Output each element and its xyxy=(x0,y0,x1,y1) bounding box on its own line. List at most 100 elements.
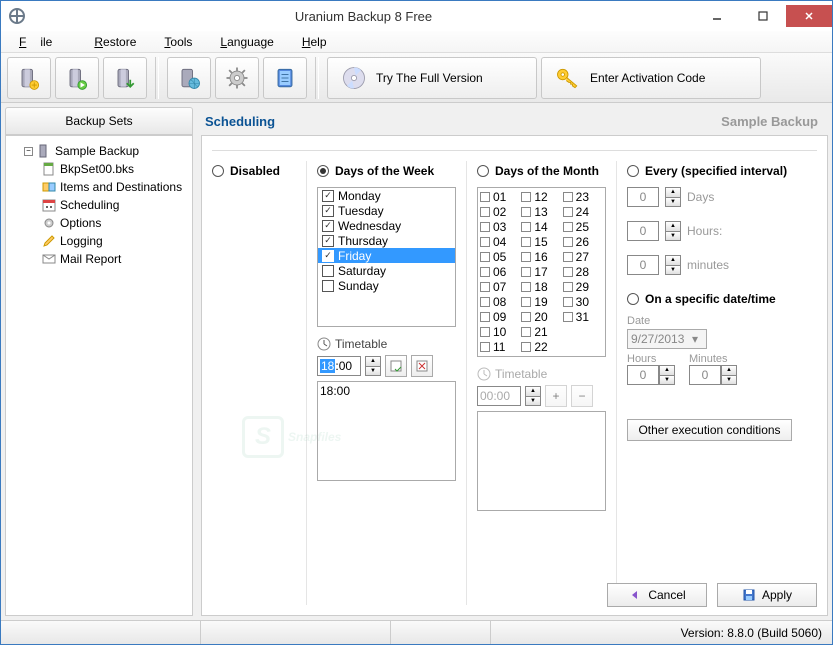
minimize-button[interactable] xyxy=(694,5,740,27)
toolbar-settings-button[interactable] xyxy=(215,57,259,99)
day-monday[interactable]: Monday xyxy=(318,188,455,203)
day-friday[interactable]: Friday xyxy=(318,248,455,263)
menu-restore[interactable]: Restore xyxy=(80,33,150,51)
tree-item-items-destinations[interactable]: Items and Destinations xyxy=(10,178,188,196)
monthday-03[interactable]: 03 xyxy=(480,220,520,234)
day-saturday[interactable]: Saturday xyxy=(318,263,455,278)
timetable-entry[interactable]: 18:00 xyxy=(320,384,453,398)
toolbar-network-button[interactable] xyxy=(167,57,211,99)
radio-disabled[interactable]: Disabled xyxy=(212,161,296,181)
interval-hours-input[interactable]: 0 xyxy=(627,221,659,241)
menu-tools[interactable]: Tools xyxy=(150,33,206,51)
dom-remove-time-button[interactable]: − xyxy=(571,385,593,407)
close-button[interactable] xyxy=(786,5,832,27)
monthday-12[interactable]: 12 xyxy=(521,190,561,204)
radio-specific-datetime[interactable]: On a specific date/time xyxy=(627,289,817,309)
dom-timetable-list[interactable] xyxy=(477,411,606,511)
monthday-29[interactable]: 29 xyxy=(563,280,603,294)
monthday-21[interactable]: 21 xyxy=(521,325,561,339)
dow-time-input[interactable]: 18:00 xyxy=(317,356,361,376)
day-sunday[interactable]: Sunday xyxy=(318,278,455,293)
tree-item-bkpset[interactable]: BkpSet00.bks xyxy=(10,160,188,178)
menu-bar: File Restore Tools Language Help xyxy=(1,31,832,53)
days-of-month-list[interactable]: 011223 021324 031425 041526 051627 061728 0718… xyxy=(477,187,606,357)
monthday-10[interactable]: 10 xyxy=(480,325,520,339)
monthday-17[interactable]: 17 xyxy=(521,265,561,279)
menu-help[interactable]: Help xyxy=(288,33,341,51)
dow-time-spinner[interactable]: ▲▼ xyxy=(365,356,381,376)
monthday-01[interactable]: 01 xyxy=(480,190,520,204)
interval-minutes-spinner[interactable]: ▲▼ xyxy=(665,255,681,275)
monthday-28[interactable]: 28 xyxy=(563,265,603,279)
toolbar-try-full-button[interactable]: Try The Full Version xyxy=(327,57,537,99)
header-scheduling: Scheduling xyxy=(205,114,275,129)
cancel-button[interactable]: Cancel xyxy=(607,583,707,607)
radio-every-interval[interactable]: Every (specified interval) xyxy=(627,161,817,181)
maximize-button[interactable] xyxy=(740,5,786,27)
monthday-16[interactable]: 16 xyxy=(521,250,561,264)
tree-item-logging[interactable]: Logging xyxy=(10,232,188,250)
day-wednesday[interactable]: Wednesday xyxy=(318,218,455,233)
radio-days-of-month[interactable]: Days of the Month xyxy=(477,161,606,181)
tree-collapse-icon[interactable]: − xyxy=(24,147,33,156)
dow-timetable-list[interactable]: 18:00 xyxy=(317,381,456,481)
days-of-week-list[interactable]: MondayTuesdayWednesdayThursdayFridaySatu… xyxy=(317,187,456,327)
other-conditions-button[interactable]: Other execution conditions xyxy=(627,419,792,441)
monthday-06[interactable]: 06 xyxy=(480,265,520,279)
dow-remove-time-button[interactable] xyxy=(411,355,433,377)
day-tuesday[interactable]: Tuesday xyxy=(318,203,455,218)
toolbar-download-button[interactable] xyxy=(103,57,147,99)
dropdown-icon: ▾ xyxy=(687,332,703,346)
interval-days-spinner[interactable]: ▲▼ xyxy=(665,187,681,207)
monthday-19[interactable]: 19 xyxy=(521,295,561,309)
backup-sets-tree[interactable]: − Sample Backup BkpSet00.bks Items and D… xyxy=(5,135,193,616)
interval-hours-spinner[interactable]: ▲▼ xyxy=(665,221,681,241)
dom-time-input[interactable]: 00:00 xyxy=(477,386,521,406)
menu-file[interactable]: File xyxy=(5,33,80,51)
monthday-09[interactable]: 09 xyxy=(480,310,520,324)
specific-minutes-spinner[interactable]: ▲▼ xyxy=(721,365,737,385)
toolbar-new-set-button[interactable] xyxy=(7,57,51,99)
monthday-14[interactable]: 14 xyxy=(521,220,561,234)
monthday-07[interactable]: 07 xyxy=(480,280,520,294)
monthday-13[interactable]: 13 xyxy=(521,205,561,219)
monthday-15[interactable]: 15 xyxy=(521,235,561,249)
specific-hours-input[interactable]: 0 xyxy=(627,365,659,385)
tree-item-mail-report[interactable]: Mail Report xyxy=(10,250,188,268)
monthday-11[interactable]: 11 xyxy=(480,340,520,354)
monthday-25[interactable]: 25 xyxy=(563,220,603,234)
monthday-20[interactable]: 20 xyxy=(521,310,561,324)
specific-minutes-input[interactable]: 0 xyxy=(689,365,721,385)
monthday-02[interactable]: 02 xyxy=(480,205,520,219)
toolbar-activate-button[interactable]: Enter Activation Code xyxy=(541,57,761,99)
monthday-23[interactable]: 23 xyxy=(563,190,603,204)
interval-minutes-input[interactable]: 0 xyxy=(627,255,659,275)
monthday-04[interactable]: 04 xyxy=(480,235,520,249)
day-thursday[interactable]: Thursday xyxy=(318,233,455,248)
monthday-18[interactable]: 18 xyxy=(521,280,561,294)
monthday-26[interactable]: 26 xyxy=(563,235,603,249)
tree-item-scheduling[interactable]: Scheduling xyxy=(10,196,188,214)
monthday-22[interactable]: 22 xyxy=(521,340,561,354)
dow-add-time-button[interactable] xyxy=(385,355,407,377)
toolbar-log-button[interactable] xyxy=(263,57,307,99)
monthday-08[interactable]: 08 xyxy=(480,295,520,309)
tree-item-options[interactable]: Options xyxy=(10,214,188,232)
radio-days-of-week[interactable]: Days of the Week xyxy=(317,161,456,181)
toolbar-run-button[interactable] xyxy=(55,57,99,99)
interval-days-input[interactable]: 0 xyxy=(627,187,659,207)
monthday-24[interactable]: 24 xyxy=(563,205,603,219)
dom-time-spinner[interactable]: ▲▼ xyxy=(525,386,541,406)
tree-root-sample-backup[interactable]: − Sample Backup xyxy=(10,142,188,160)
menu-language[interactable]: Language xyxy=(206,33,287,51)
monthday-30[interactable]: 30 xyxy=(563,295,603,309)
dom-add-time-button[interactable]: + xyxy=(545,385,567,407)
monthday-31[interactable]: 31 xyxy=(563,310,603,324)
monthday-27[interactable]: 27 xyxy=(563,250,603,264)
sidebar-tab-backup-sets[interactable]: Backup Sets xyxy=(5,107,193,135)
apply-button[interactable]: Apply xyxy=(717,583,817,607)
specific-hours-spinner[interactable]: ▲▼ xyxy=(659,365,675,385)
specific-date-picker[interactable]: 9/27/2013▾ xyxy=(627,329,707,349)
monthday-05[interactable]: 05 xyxy=(480,250,520,264)
pencil-icon xyxy=(42,234,56,248)
